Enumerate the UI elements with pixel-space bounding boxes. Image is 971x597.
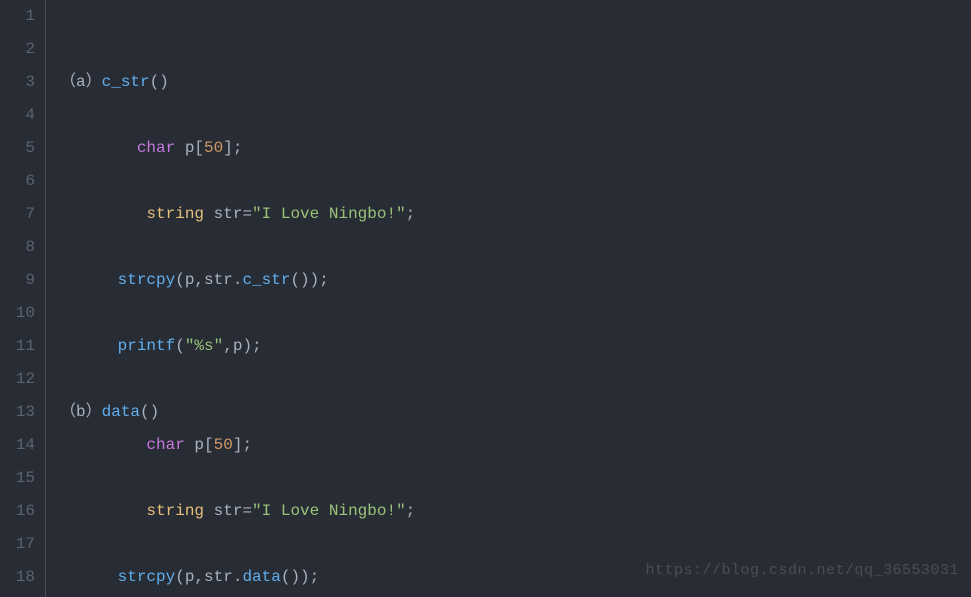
line-number: 11 <box>0 330 35 363</box>
line-number: 10 <box>0 297 35 330</box>
code-line[interactable] <box>60 363 971 396</box>
token-type: string <box>146 205 204 223</box>
token-keyword: char <box>137 139 175 157</box>
line-number: 17 <box>0 528 35 561</box>
line-number: 9 <box>0 264 35 297</box>
token-plain <box>60 205 146 223</box>
token-punct: ]; <box>223 139 242 157</box>
token-punct: = <box>242 205 252 223</box>
line-number: 2 <box>0 33 35 66</box>
code-line[interactable]: （a）c_str() <box>60 66 971 99</box>
code-line[interactable] <box>60 165 971 198</box>
token-string: "I Love Ningbo!" <box>252 502 406 520</box>
code-line[interactable]: strcpy(p,str.data()); <box>60 561 971 594</box>
token-plain <box>60 139 137 157</box>
token-punct: ()); <box>290 271 328 289</box>
token-plain: （a） <box>60 73 102 91</box>
code-line[interactable] <box>60 231 971 264</box>
token-call: printf <box>118 337 176 355</box>
token-punct: () <box>140 403 159 421</box>
token-plain: str <box>204 502 242 520</box>
token-plain: p <box>175 139 194 157</box>
token-plain <box>60 568 118 586</box>
token-call: data <box>242 568 280 586</box>
token-number: 50 <box>204 139 223 157</box>
token-call: strcpy <box>118 568 176 586</box>
token-string: "%s" <box>185 337 223 355</box>
token-punct: ]; <box>233 436 252 454</box>
token-punct: ; <box>406 502 416 520</box>
code-editor: 123456789101112131415161718 （a）c_str() c… <box>0 0 971 597</box>
token-punct: = <box>242 502 252 520</box>
token-punct: ,p); <box>223 337 261 355</box>
line-number: 8 <box>0 231 35 264</box>
token-call: c_str <box>102 73 150 91</box>
code-line[interactable]: char p[50]; <box>60 429 971 462</box>
line-number: 16 <box>0 495 35 528</box>
token-plain <box>60 271 118 289</box>
token-plain: str <box>204 205 242 223</box>
token-call: strcpy <box>118 271 176 289</box>
token-type: string <box>146 502 204 520</box>
code-line[interactable]: （b）data() <box>60 396 971 429</box>
token-punct: ()); <box>281 568 319 586</box>
token-punct: ( <box>175 337 185 355</box>
token-plain: （b） <box>60 403 102 421</box>
token-punct: [ <box>204 436 214 454</box>
line-number: 1 <box>0 0 35 33</box>
token-number: 50 <box>214 436 233 454</box>
code-line[interactable]: string str="I Love Ningbo!"; <box>60 495 971 528</box>
code-line[interactable]: string str="I Love Ningbo!"; <box>60 198 971 231</box>
line-number: 6 <box>0 165 35 198</box>
line-number: 14 <box>0 429 35 462</box>
code-area[interactable]: （a）c_str() char p[50]; string str="I Lov… <box>46 0 971 597</box>
code-line[interactable] <box>60 462 971 495</box>
token-keyword: char <box>146 436 184 454</box>
token-punct: [ <box>194 139 204 157</box>
code-line[interactable]: strcpy(p,str.c_str()); <box>60 264 971 297</box>
token-string: "I Love Ningbo!" <box>252 205 406 223</box>
token-plain: p <box>185 436 204 454</box>
token-plain <box>60 337 118 355</box>
token-punct: ; <box>406 205 416 223</box>
line-number: 5 <box>0 132 35 165</box>
token-plain <box>60 502 146 520</box>
token-punct: () <box>150 73 169 91</box>
line-number: 18 <box>0 561 35 594</box>
line-number-gutter: 123456789101112131415161718 <box>0 0 46 597</box>
token-punct: (p,str. <box>175 568 242 586</box>
token-call: data <box>102 403 140 421</box>
code-line[interactable] <box>60 528 971 561</box>
line-number: 3 <box>0 66 35 99</box>
code-line[interactable] <box>60 99 971 132</box>
line-number: 12 <box>0 363 35 396</box>
code-line[interactable] <box>60 297 971 330</box>
code-line[interactable]: printf("%s",p); <box>60 330 971 363</box>
line-number: 13 <box>0 396 35 429</box>
token-call: c_str <box>242 271 290 289</box>
token-plain <box>60 436 146 454</box>
token-punct: (p,str. <box>175 271 242 289</box>
code-line[interactable]: char p[50]; <box>60 132 971 165</box>
line-number: 15 <box>0 462 35 495</box>
line-number: 4 <box>0 99 35 132</box>
line-number: 7 <box>0 198 35 231</box>
